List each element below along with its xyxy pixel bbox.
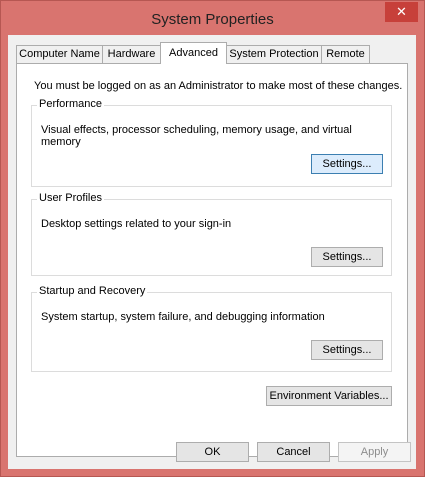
startup-recovery-group: Startup and Recovery System startup, sys… — [31, 285, 392, 372]
startup-recovery-description: System startup, system failure, and debu… — [41, 311, 325, 323]
user-profiles-settings-button[interactable]: Settings... — [311, 247, 383, 267]
close-icon: ✕ — [396, 4, 407, 19]
user-profiles-label: User Profiles — [37, 192, 104, 204]
ok-button[interactable]: OK — [176, 442, 249, 462]
tab-hardware[interactable]: Hardware — [102, 45, 161, 63]
dialog-client-area: Computer Name Hardware Advanced System P… — [8, 35, 416, 469]
performance-description: Visual effects, processor scheduling, me… — [41, 124, 352, 148]
startup-recovery-settings-button[interactable]: Settings... — [311, 340, 383, 360]
window-title: System Properties — [151, 11, 274, 28]
cancel-button[interactable]: Cancel — [257, 442, 330, 462]
tab-advanced[interactable]: Advanced — [160, 42, 227, 64]
tab-computer-name[interactable]: Computer Name — [16, 45, 103, 63]
apply-button[interactable]: Apply — [338, 442, 411, 462]
environment-variables-button[interactable]: Environment Variables... — [266, 386, 392, 406]
close-button[interactable]: ✕ — [385, 2, 418, 22]
user-profiles-description: Desktop settings related to your sign-in — [41, 218, 232, 230]
admin-note: You must be logged on as an Administrato… — [34, 80, 403, 92]
performance-label: Performance — [37, 98, 104, 110]
system-properties-window: System Properties ✕ Computer Name Hardwa… — [0, 0, 425, 477]
user-profiles-group: User Profiles Desktop settings related t… — [31, 192, 392, 276]
title-bar[interactable]: System Properties ✕ — [1, 1, 424, 35]
performance-settings-button[interactable]: Settings... — [311, 154, 383, 174]
tab-remote[interactable]: Remote — [321, 45, 370, 63]
advanced-tab-panel: You must be logged on as an Administrato… — [16, 63, 408, 457]
tab-system-protection[interactable]: System Protection — [226, 45, 322, 63]
startup-recovery-label: Startup and Recovery — [37, 285, 148, 297]
performance-group: Performance Visual effects, processor sc… — [31, 98, 392, 187]
